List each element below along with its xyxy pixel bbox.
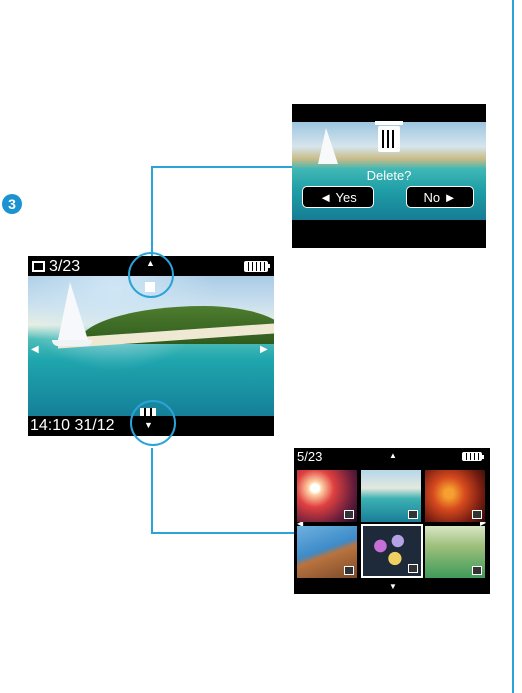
film-icon: [472, 566, 482, 575]
delete-confirmation-screen: Delete? ◄ Yes No ►: [292, 104, 486, 248]
battery-icon: [462, 452, 484, 461]
photo-icon: [472, 510, 482, 519]
page-border-line: [512, 0, 514, 693]
thumbnail-concert[interactable]: [297, 470, 357, 522]
yes-button[interactable]: ◄ Yes: [302, 186, 374, 208]
thumbnail-counter: 5/23: [297, 449, 323, 464]
sailboat-shape: [58, 282, 88, 340]
thumbnail-beach[interactable]: [361, 470, 421, 522]
trash-icon: [375, 121, 403, 152]
date-time-stamp: 14:10 31/12: [30, 417, 115, 434]
film-icon: [408, 510, 418, 519]
thumbnail-grid-screen: 5/23 ▲ ◀ ▶ ▼: [294, 448, 490, 594]
highlight-circle-top: [128, 252, 174, 298]
thumbnail-balloons-selected[interactable]: [361, 524, 423, 578]
connector-delete-horizontal: [151, 166, 292, 168]
thumbnail-green-sofa[interactable]: [425, 526, 485, 578]
sailboat-shape: [318, 128, 338, 164]
left-arrow-icon[interactable]: ◀: [31, 344, 39, 355]
film-icon: [32, 261, 45, 272]
delete-question-label: Delete?: [366, 168, 412, 183]
connector-thumbs-vertical: [151, 448, 153, 534]
down-arrow-icon[interactable]: ▼: [389, 582, 397, 591]
no-button[interactable]: No ►: [406, 186, 474, 208]
up-arrow-icon[interactable]: ▲: [389, 451, 397, 460]
thumbnail-child-lifted[interactable]: [297, 526, 357, 578]
thumbnail-sunset-girl[interactable]: [425, 470, 485, 522]
photo-counter: 3/23: [32, 258, 80, 276]
boat-hull: [52, 340, 92, 346]
right-arrow-icon[interactable]: ▶: [260, 344, 268, 355]
connector-delete-vertical: [151, 166, 153, 256]
highlight-circle-bottom: [130, 400, 176, 446]
step-number-badge: 3: [2, 194, 22, 214]
connector-thumbs-horizontal: [151, 532, 294, 534]
film-icon: [344, 566, 354, 575]
photo-icon: [408, 564, 418, 573]
battery-icon: [244, 261, 270, 272]
film-icon: [344, 510, 354, 519]
photo-counter-text: 3/23: [49, 258, 81, 275]
